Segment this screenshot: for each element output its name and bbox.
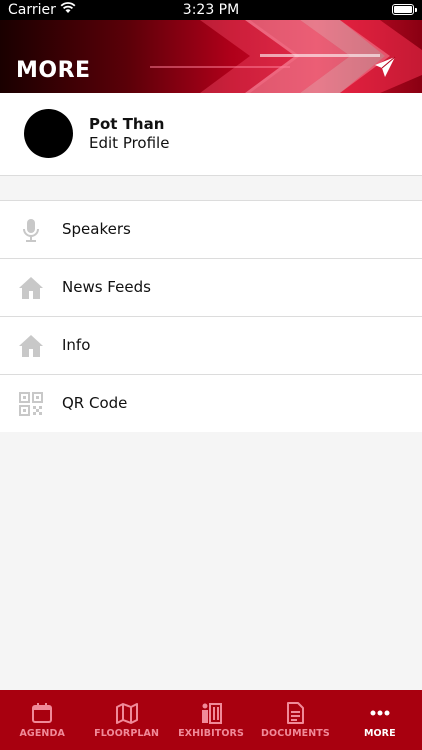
tab-agenda[interactable]: AGENDA [0, 690, 84, 750]
send-icon[interactable] [374, 56, 396, 82]
more-menu: Speakers News Feeds Info QR Code [0, 200, 422, 432]
document-icon [284, 702, 306, 724]
map-icon [115, 702, 138, 724]
menu-item-label: Info [62, 336, 91, 354]
home-icon [18, 275, 44, 301]
page-title: MORE [16, 58, 91, 83]
menu-item-qr-code[interactable]: QR Code [0, 375, 422, 432]
calendar-icon [31, 702, 53, 724]
menu-item-label: Speakers [62, 220, 131, 238]
profile-section[interactable]: Pot Than Edit Profile [0, 93, 422, 176]
menu-item-label: QR Code [62, 394, 128, 412]
more-dots-icon [369, 702, 391, 724]
menu-item-info[interactable]: Info [0, 317, 422, 375]
tab-bar: AGENDA FLOORPLAN EXHIBITORS DOCUMENTS MO… [0, 690, 422, 750]
microphone-icon [18, 217, 44, 243]
page-header: MORE [0, 20, 422, 93]
menu-item-label: News Feeds [62, 278, 151, 296]
menu-item-speakers[interactable]: Speakers [0, 201, 422, 259]
home-icon [18, 333, 44, 359]
edit-profile-link[interactable]: Edit Profile [89, 134, 169, 152]
menu-item-news-feeds[interactable]: News Feeds [0, 259, 422, 317]
tab-floorplan[interactable]: FLOORPLAN [84, 690, 168, 750]
tab-label: EXHIBITORS [178, 728, 244, 739]
avatar[interactable] [24, 109, 73, 158]
tab-documents[interactable]: DOCUMENTS [253, 690, 337, 750]
profile-name: Pot Than [89, 115, 165, 133]
qr-code-icon [18, 391, 44, 417]
exhibitor-icon [200, 702, 223, 724]
tab-label: DOCUMENTS [261, 728, 330, 739]
status-bar: Carrier 3:23 PM [0, 0, 422, 20]
tab-label: MORE [363, 728, 396, 739]
tab-exhibitors[interactable]: EXHIBITORS [169, 690, 253, 750]
tab-label: AGENDA [19, 728, 65, 739]
battery-icon [392, 4, 417, 15]
tab-more[interactable]: MORE [338, 690, 422, 750]
tab-label: FLOORPLAN [94, 728, 160, 739]
clock: 3:23 PM [182, 2, 240, 18]
